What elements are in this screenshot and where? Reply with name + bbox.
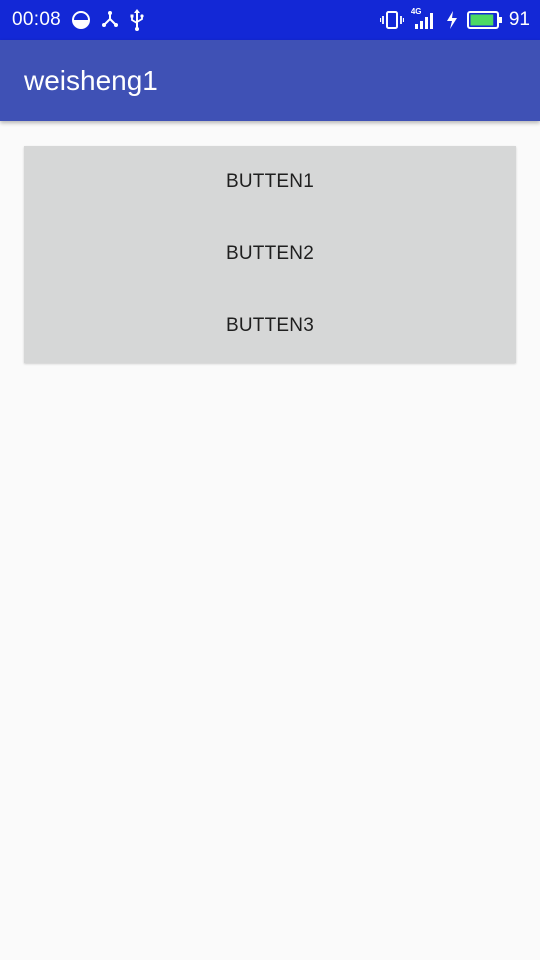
- button-group: BUTTEN1 BUTTEN2 BUTTEN3: [24, 146, 516, 363]
- battery-icon: [466, 10, 503, 30]
- usb-icon: [129, 9, 145, 31]
- status-right-icons: 4G 91: [379, 7, 530, 31]
- app-title: weisheng1: [24, 64, 158, 96]
- share-icon: [100, 10, 120, 30]
- data-saver-icon: [71, 10, 91, 30]
- butten1-button[interactable]: BUTTEN1: [24, 146, 516, 218]
- charging-icon: [446, 10, 458, 30]
- butten2-button[interactable]: BUTTEN2: [24, 218, 516, 290]
- signal-icon: 4G: [410, 7, 437, 30]
- butten3-button[interactable]: BUTTEN3: [24, 290, 516, 362]
- app-bar: weisheng1: [0, 40, 540, 121]
- network-type-label: 4G: [410, 7, 422, 16]
- vibrate-icon: [379, 10, 404, 30]
- status-time: 00:08: [12, 9, 62, 30]
- status-left-icons: [71, 9, 154, 31]
- battery-level: 91: [508, 9, 530, 30]
- status-bar: 00:08 4G 91: [0, 0, 540, 40]
